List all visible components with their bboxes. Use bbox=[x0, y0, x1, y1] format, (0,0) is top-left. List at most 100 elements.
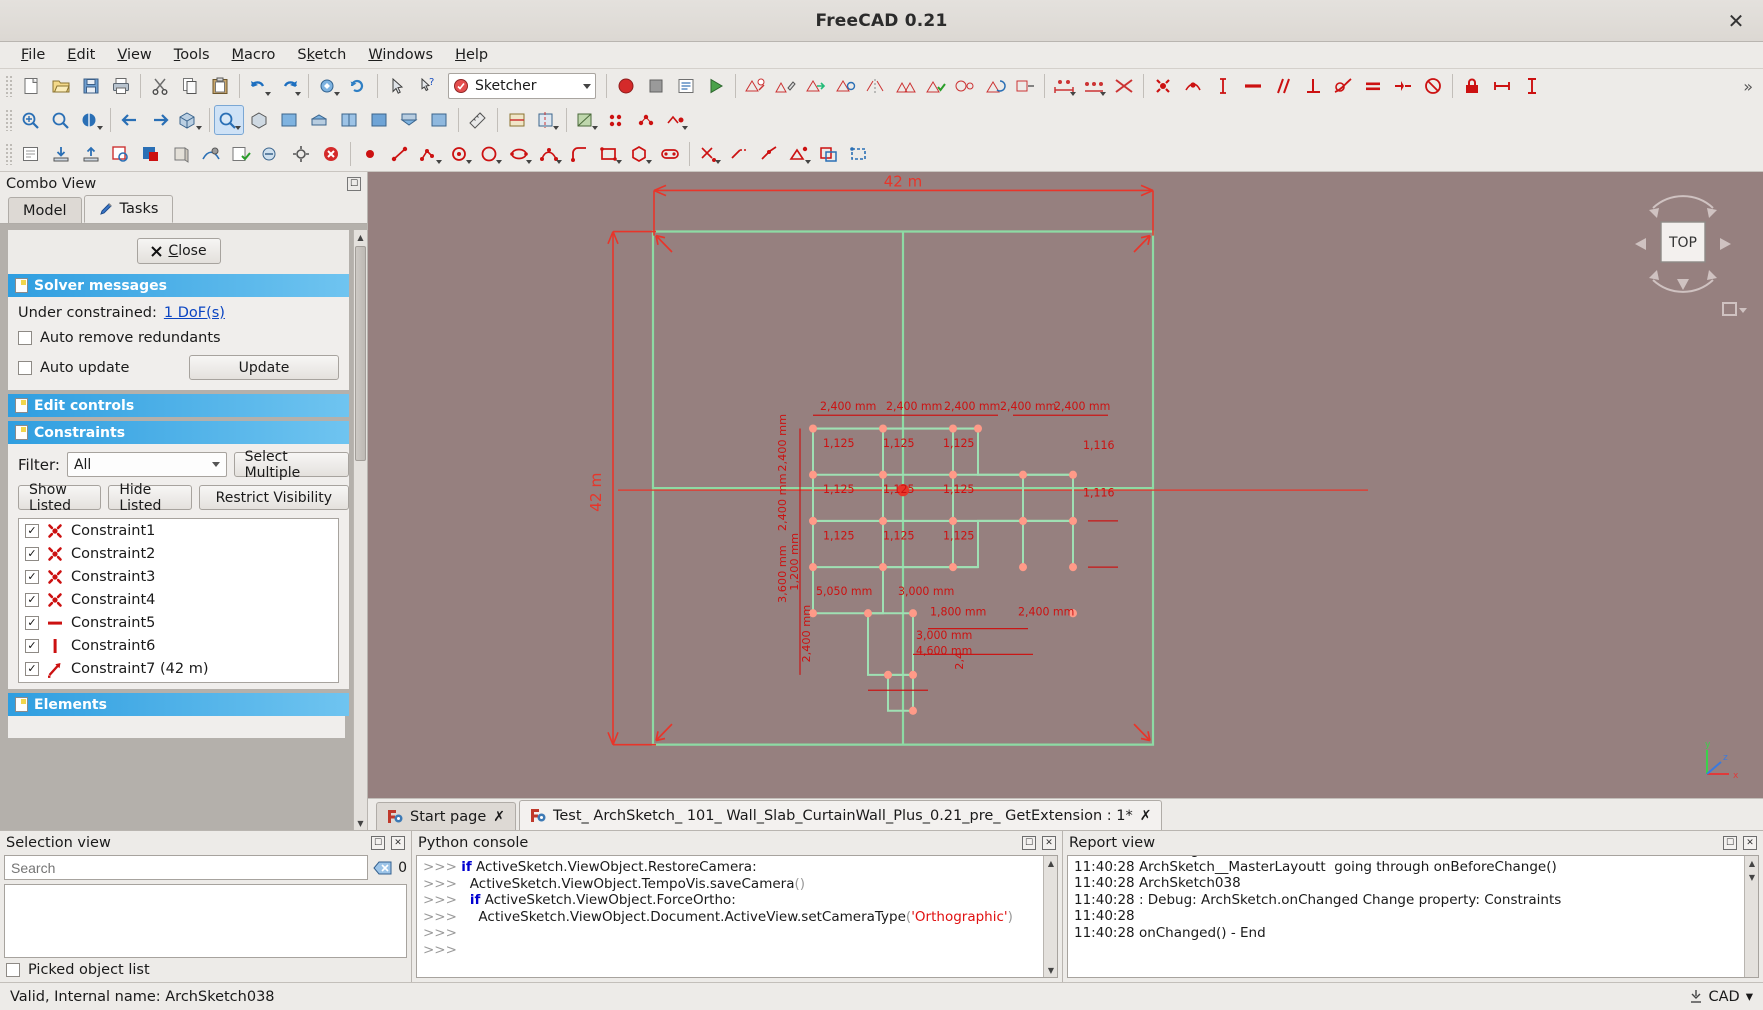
fit-all-icon[interactable] bbox=[16, 105, 46, 135]
close-button[interactable]: Close bbox=[136, 238, 221, 264]
constraints-header[interactable]: Constraints bbox=[8, 421, 349, 444]
scroll-up-arrow-icon[interactable]: ▲ bbox=[1745, 856, 1758, 870]
sketch-point-icon[interactable] bbox=[355, 139, 385, 169]
view-front-icon[interactable] bbox=[274, 105, 304, 135]
list-item[interactable]: ✓ Constraint2 bbox=[19, 542, 338, 565]
sketch-leave-icon[interactable] bbox=[800, 71, 830, 101]
report-view-scrollbar[interactable]: ▲ ▼ bbox=[1744, 856, 1758, 977]
nav-cube-menu-icon[interactable] bbox=[1721, 300, 1747, 320]
constraint-checkbox[interactable]: ✓ bbox=[25, 661, 39, 676]
python-console-body[interactable]: >>> if ActiveSketch.ViewObject.RestoreCa… bbox=[416, 855, 1058, 978]
close-sketch-icon[interactable] bbox=[316, 139, 346, 169]
sketch-line-icon[interactable] bbox=[385, 139, 415, 169]
elements-header[interactable]: Elements bbox=[8, 693, 349, 716]
auto-remove-redundants-row[interactable]: Auto remove redundants bbox=[18, 330, 339, 346]
solver-messages-header[interactable]: Solver messages bbox=[8, 274, 349, 297]
sketch-new-icon[interactable] bbox=[740, 71, 770, 101]
combo-view-float-button[interactable]: ☐ bbox=[347, 177, 361, 191]
refresh-icon[interactable] bbox=[343, 71, 373, 101]
view-rear-icon[interactable] bbox=[364, 105, 394, 135]
filter-select[interactable]: All bbox=[66, 452, 227, 477]
toggle-construction-icon[interactable] bbox=[631, 105, 661, 135]
constraint-checkbox[interactable]: ✓ bbox=[25, 638, 39, 653]
constraint-checkbox[interactable]: ✓ bbox=[25, 592, 39, 607]
list-item[interactable]: ✓ Constraint4 bbox=[19, 588, 338, 611]
arch-wall-icon[interactable] bbox=[16, 139, 46, 169]
menu-item-file[interactable]: File bbox=[10, 44, 56, 66]
arch-cut-plane-icon[interactable] bbox=[196, 139, 226, 169]
close-icon[interactable]: ✗ bbox=[1140, 808, 1152, 824]
sketch-polyline-icon[interactable] bbox=[415, 139, 445, 169]
list-item[interactable]: ✓ Constraint3 bbox=[19, 565, 338, 588]
nav-forward-icon[interactable] bbox=[145, 105, 175, 135]
menu-item-edit[interactable]: Edit bbox=[56, 44, 106, 66]
arch-ifc-icon[interactable] bbox=[256, 139, 286, 169]
arch-export-icon[interactable] bbox=[76, 139, 106, 169]
constraint-checkbox[interactable]: ✓ bbox=[25, 546, 39, 561]
report-view-body[interactable]: 11:40:28 onChanged() - End 11:40:28 Arch… bbox=[1067, 855, 1759, 978]
zoom-tool-icon[interactable] bbox=[214, 105, 244, 135]
constrain-point-on-object-icon[interactable] bbox=[1178, 71, 1208, 101]
3d-viewport[interactable]: 42 m 42 m 2,400 mm 2,400 mm 2,400 mm 2,4… bbox=[368, 172, 1763, 798]
constrain-dims-icon[interactable] bbox=[1049, 71, 1079, 101]
sketch-validate-icon[interactable] bbox=[920, 71, 950, 101]
sketch-view-icon[interactable] bbox=[830, 71, 860, 101]
toolbar-overflow-button[interactable]: » bbox=[1743, 77, 1759, 96]
arch-preferences-icon[interactable] bbox=[286, 139, 316, 169]
close-icon[interactable]: ✕ bbox=[391, 836, 405, 850]
list-item[interactable]: ✓ Constraint5 bbox=[19, 611, 338, 634]
constrain-equal-icon[interactable] bbox=[1358, 71, 1388, 101]
print-icon[interactable] bbox=[106, 71, 136, 101]
tasks-scrollbar[interactable]: ▲ ▼ bbox=[353, 230, 367, 830]
copy-icon[interactable] bbox=[175, 71, 205, 101]
menu-item-help[interactable]: Help bbox=[444, 44, 499, 66]
macro-edit-icon[interactable] bbox=[671, 71, 701, 101]
sketch-mirror-icon[interactable] bbox=[860, 71, 890, 101]
float-icon[interactable]: ☐ bbox=[1022, 836, 1036, 850]
sketch-slot-icon[interactable] bbox=[655, 139, 685, 169]
hide-listed-button[interactable]: Hide Listed bbox=[108, 482, 192, 514]
constrain-distance-y-icon[interactable] bbox=[1517, 71, 1547, 101]
macro-stop-icon[interactable] bbox=[641, 71, 671, 101]
arch-bim-icon[interactable] bbox=[136, 139, 166, 169]
toggle-grid-icon[interactable] bbox=[601, 105, 631, 135]
constrain-coincident-icon[interactable] bbox=[1148, 71, 1178, 101]
constraint-checkbox[interactable]: ✓ bbox=[25, 569, 39, 584]
save-document-icon[interactable] bbox=[76, 71, 106, 101]
sketch-polygon-icon[interactable] bbox=[625, 139, 655, 169]
close-icon[interactable]: ✕ bbox=[1042, 836, 1056, 850]
sketch-edit-icon[interactable] bbox=[770, 71, 800, 101]
sketch-attachment-icon[interactable] bbox=[1010, 71, 1040, 101]
sketch-reorient-icon[interactable] bbox=[980, 71, 1010, 101]
open-document-icon[interactable] bbox=[46, 71, 76, 101]
sketch-external-geometry-icon[interactable] bbox=[784, 139, 814, 169]
arch-check-icon[interactable] bbox=[226, 139, 256, 169]
sketch-bspline-icon[interactable] bbox=[535, 139, 565, 169]
fit-selection-icon[interactable] bbox=[46, 105, 76, 135]
menu-item-macro[interactable]: Macro bbox=[221, 44, 287, 66]
constrain-perpendicular-icon[interactable] bbox=[1298, 71, 1328, 101]
view-axonometric-icon[interactable] bbox=[244, 105, 274, 135]
window-close-button[interactable]: ✕ bbox=[1723, 8, 1749, 34]
arch-component-icon[interactable] bbox=[166, 139, 196, 169]
new-document-icon[interactable] bbox=[16, 71, 46, 101]
constraint-checkbox[interactable]: ✓ bbox=[25, 523, 39, 538]
close-icon[interactable]: ✗ bbox=[493, 809, 505, 825]
redo-icon[interactable] bbox=[274, 71, 304, 101]
show-listed-button[interactable]: Show Listed bbox=[18, 482, 102, 514]
undo-icon[interactable] bbox=[244, 71, 274, 101]
refresh-style-icon[interactable] bbox=[313, 71, 343, 101]
auto-remove-redundants-checkbox[interactable] bbox=[18, 331, 32, 345]
macro-execute-icon[interactable] bbox=[701, 71, 731, 101]
menu-item-tools[interactable]: Tools bbox=[163, 44, 221, 66]
toolbar-grip[interactable] bbox=[5, 109, 13, 131]
menu-item-sketch[interactable]: Sketch bbox=[286, 44, 357, 66]
nav-back-icon[interactable] bbox=[115, 105, 145, 135]
tab-active-document[interactable]: Test_ ArchSketch_ 101_ Wall_Slab_Curtain… bbox=[518, 800, 1163, 830]
measure-icon[interactable] bbox=[463, 105, 493, 135]
menu-item-view[interactable]: View bbox=[106, 44, 162, 66]
menu-item-windows[interactable]: Windows bbox=[357, 44, 444, 66]
edit-controls-header[interactable]: Edit controls bbox=[8, 394, 349, 417]
draw-style-icon[interactable] bbox=[76, 105, 106, 135]
constrain-distance-icon[interactable] bbox=[1487, 71, 1517, 101]
